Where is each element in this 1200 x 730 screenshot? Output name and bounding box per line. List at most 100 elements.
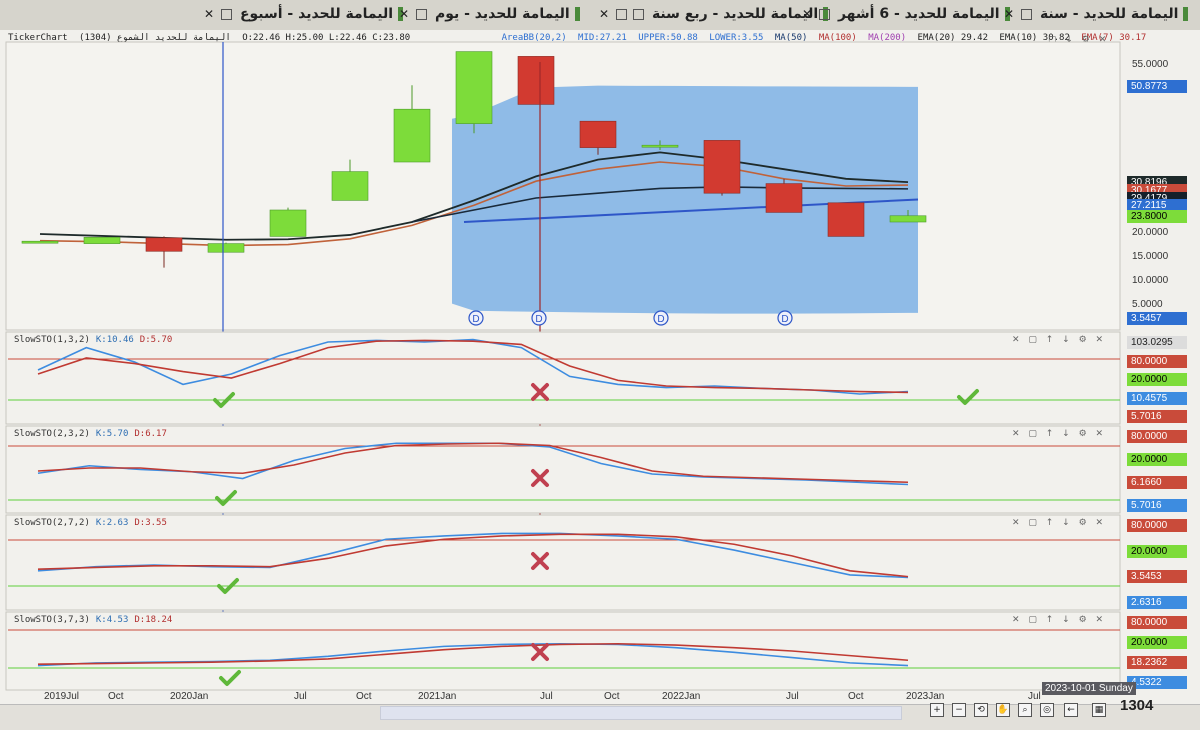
sto-d-value: D:18.24 [134, 615, 173, 625]
layout-icon[interactable]: ▦ [1092, 703, 1106, 717]
sto-name: SlowSTO(3,7,3) [14, 615, 90, 625]
sto-axis-badge: 20.0000 [1127, 453, 1187, 466]
search-icon[interactable]: ⌕ [1018, 703, 1032, 717]
hand-tool-icon[interactable]: ✋ [996, 703, 1010, 717]
price-badge: 50.8773 [1127, 79, 1187, 93]
close-icon[interactable]: ✕ [204, 7, 214, 21]
sto-axis-badge: 20.0000 [1127, 544, 1187, 558]
maximize-icon[interactable] [616, 8, 628, 20]
sto-name: SlowSTO(1,3,2) [14, 335, 90, 345]
sto-k-value: K:2.63 [95, 518, 129, 528]
stock-name: اليمامة للحديد الشموع (1304) [79, 33, 231, 43]
sto-axis-badge: 20.0000 [1127, 636, 1187, 649]
tab-color-marker [1183, 7, 1189, 21]
back-icon[interactable]: ← [1064, 703, 1078, 717]
maximize-icon[interactable] [1021, 8, 1033, 20]
tab-week-label: اليمامة للحديد - أسبوع [239, 6, 394, 22]
close-icon[interactable]: ✕ [399, 7, 409, 21]
time-axis-label: Oct [108, 691, 124, 702]
ma100-label: MA(100) [818, 33, 857, 43]
bb-lower: LOWER:3.55 [709, 33, 764, 43]
zoom-in-icon[interactable]: + [930, 703, 944, 717]
chart-tabs-bar: اليمامة للحديد - أسبوع ✕ اليمامة للحديد … [0, 0, 1200, 31]
zoom-out-icon[interactable]: − [952, 703, 966, 717]
ohlc-values: O:22.46 H:25.00 L:22.46 C:23.80 [242, 33, 411, 43]
sto-axis-badge: 18.2362 [1127, 656, 1187, 669]
maximize-icon[interactable] [819, 8, 831, 20]
tab-day[interactable]: اليمامة للحديد - يوم ✕ [395, 6, 580, 28]
price-tick-label: 5.0000 [1132, 299, 1163, 310]
close-icon[interactable]: ✕ [1004, 7, 1014, 21]
sto-panel-label: SlowSTO(1,3,2) K:10.46 D:5.70 [14, 335, 172, 345]
sto-axis-badge: 6.1660 [1127, 476, 1187, 489]
tab-week[interactable]: اليمامة للحديد - أسبوع ✕ [200, 6, 404, 28]
symbol-code: 1304 [1120, 697, 1154, 714]
sto-axis-badge: 80.0000 [1127, 519, 1187, 532]
time-axis-label: Oct [356, 691, 372, 702]
time-axis-label: Jul [294, 691, 307, 702]
price-tick-label: 20.0000 [1132, 227, 1169, 238]
sto-axis-badge: 80.0000 [1127, 354, 1187, 368]
tab-year-label: اليمامة للحديد - سنة [1039, 6, 1179, 22]
restore-icon[interactable] [633, 8, 645, 20]
price-tick-label: 15.0000 [1132, 251, 1169, 262]
time-axis-label: Jul [786, 691, 799, 702]
time-axis-label: 2021Jan [418, 691, 457, 702]
bb-upper: UPPER:50.88 [638, 33, 698, 43]
sto-axis-badge: 4.5322 [1127, 676, 1187, 689]
time-axis-label: Oct [848, 691, 864, 702]
tab-quarter[interactable]: اليمامة للحديد - ربع سنة ✕ [595, 6, 829, 28]
tab-quarter-label: اليمامة للحديد - ربع سنة [651, 6, 819, 22]
sto-axis-badge: 20.0000 [1127, 373, 1187, 386]
tab-year[interactable]: اليمامة للحديد - سنة ✕ [1000, 6, 1189, 28]
sto-panel-label: SlowSTO(2,7,2) K:2.63 D:3.55 [14, 518, 167, 528]
sto-panel-controls[interactable]: ✕ ▢ ↑ ↓ ⚙ ✕ [1012, 518, 1106, 528]
ma200-label: MA(200) [868, 33, 907, 43]
main-panel-controls[interactable]: ▢ ↓ ⚙ ✕ [1048, 35, 1109, 45]
tab-6-months-label: اليمامة للحديد - 6 أشهر [837, 6, 1000, 22]
sto-axis-badge: 10.4575 [1127, 391, 1187, 405]
bb-mid: MID:27.21 [578, 33, 627, 43]
sto-panel-label: SlowSTO(2,3,2) K:5.70 D:6.17 [14, 429, 167, 439]
time-axis-label: Jul [540, 691, 553, 702]
sto-panel-controls[interactable]: ✕ ▢ ↑ ↓ ⚙ ✕ [1012, 615, 1106, 625]
horizontal-scrollbar[interactable] [380, 706, 902, 720]
ticker-name: TickerChart [8, 33, 68, 43]
time-axis-label: 2019Jul [44, 691, 80, 702]
price-badge: 3.5457 [1127, 311, 1187, 325]
bb-label: AreaBB(20,2) [501, 33, 567, 43]
price-tick-label: 55.0000 [1132, 59, 1169, 70]
sto-panel-controls[interactable]: ✕ ▢ ↑ ↓ ⚙ ✕ [1012, 335, 1106, 345]
sto-k-value: K:5.70 [95, 429, 129, 439]
close-icon[interactable]: ✕ [802, 7, 812, 21]
time-axis-label: 2023Jan [906, 691, 945, 702]
magnet-icon[interactable]: ◎ [1040, 703, 1054, 717]
sto-name: SlowSTO(2,3,2) [14, 429, 90, 439]
maximize-icon[interactable] [416, 8, 428, 20]
sto-d-value: D:3.55 [134, 518, 167, 528]
tab-6-months[interactable]: اليمامة للحديد - 6 أشهر ✕ [798, 6, 1010, 28]
sto-d-value: D:5.70 [139, 335, 173, 345]
crosshair-date: 2023-10-01 Sunday [1042, 682, 1136, 695]
sto-d-value: D:6.17 [134, 429, 167, 439]
time-axis-label: 2022Jan [662, 691, 701, 702]
price-tick-label: 10.0000 [1132, 275, 1169, 286]
price-info-bar: TickerChart اليمامة للحديد الشموع (1304)… [8, 33, 1152, 43]
time-axis-label: Jul [1028, 691, 1041, 702]
sto-axis-badge: 103.0295 [1127, 336, 1187, 349]
sto-name: SlowSTO(2,7,2) [14, 518, 90, 528]
price-badge: 23.8000 [1127, 209, 1187, 223]
tab-day-label: اليمامة للحديد - يوم [434, 6, 570, 22]
reset-zoom-icon[interactable]: ⟲ [974, 703, 988, 717]
sto-axis-badge: 2.6316 [1127, 596, 1187, 609]
sto-axis-badge: 5.7016 [1127, 410, 1187, 423]
sto-axis-badge: 3.5453 [1127, 570, 1187, 584]
sto-k-value: K:4.53 [95, 615, 129, 625]
close-icon[interactable]: ✕ [599, 7, 609, 21]
maximize-icon[interactable] [221, 8, 233, 20]
sto-axis-badge: 5.7016 [1127, 499, 1187, 512]
sto-axis-badge: 80.0000 [1127, 616, 1187, 629]
tab-color-marker [574, 7, 580, 21]
time-axis-label: 2020Jan [170, 691, 209, 702]
sto-panel-controls[interactable]: ✕ ▢ ↑ ↓ ⚙ ✕ [1012, 429, 1106, 439]
